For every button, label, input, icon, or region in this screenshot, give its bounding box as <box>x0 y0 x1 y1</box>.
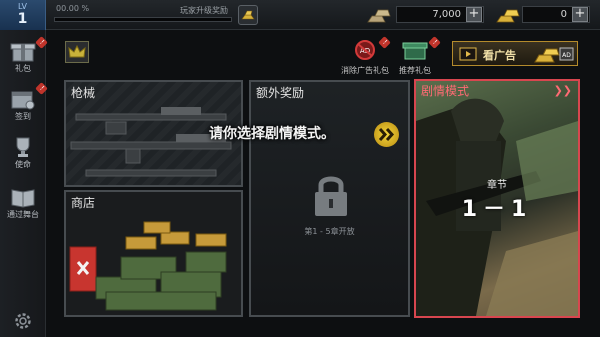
trophy-icon <box>16 137 30 157</box>
upgrade-reward-button[interactable] <box>238 5 258 25</box>
remove-ads-label: 消除广告礼包 <box>341 66 389 75</box>
sidebar-item-label: 使命 <box>15 160 31 169</box>
player-level-box[interactable]: LV 1 <box>0 0 46 30</box>
guns-title: 枪械 <box>71 86 96 100</box>
xp-percent-text: 00.00 % <box>56 4 90 13</box>
sidebar-item-label: 签到 <box>15 112 31 121</box>
notification-badge: ! <box>428 36 441 49</box>
shop-title: 商店 <box>71 196 96 210</box>
gold-ad-reward-icon: AD <box>534 47 574 63</box>
gold-bricks-icon <box>496 9 520 23</box>
video-play-icon <box>459 47 477 61</box>
sidebar-item-gift-pack[interactable]: 礼包 ! <box>0 36 48 80</box>
lock-icon <box>315 176 347 216</box>
notification-badge: ! <box>35 36 48 49</box>
settings-gear-icon[interactable] <box>13 311 33 331</box>
recommended-pack[interactable]: 推荐礼包 ! <box>393 36 441 76</box>
add-gold-button[interactable]: + <box>466 7 482 22</box>
recommended-pack-label: 推荐礼包 <box>399 66 431 75</box>
cash-amount-value: 0 <box>560 9 567 20</box>
sidebar-item-label: 通过舞台 <box>7 210 39 219</box>
notification-badge: ! <box>35 82 48 95</box>
sidebar-item-sign-in[interactable]: 签到 ! <box>0 82 48 128</box>
arrow-right-icon <box>374 122 399 147</box>
bonus-panel: 额外奖励 第1 - 5章开放 <box>249 80 410 317</box>
gift-chest-icon <box>402 42 428 60</box>
upgrade-reward-label: 玩家升级奖励 <box>180 6 228 15</box>
vip-crown-button[interactable] <box>65 41 89 63</box>
open-book-icon <box>11 189 35 208</box>
remove-ads-pack[interactable]: AD 消除广告礼包 ! <box>340 36 391 76</box>
story-mode-title: 剧情模式 <box>421 84 470 98</box>
gift-box-icon <box>10 43 36 62</box>
svg-text:AD: AD <box>562 52 571 59</box>
add-cash-button[interactable]: + <box>572 7 588 22</box>
no-ads-icon: AD <box>355 40 375 60</box>
bonus-title: 额外奖励 <box>256 86 305 100</box>
watch-ad-label: 看广告 <box>483 49 516 62</box>
sidebar-item-mission[interactable]: 使命 <box>0 132 46 176</box>
sidebar-item-pass-stage[interactable]: 通过舞台 <box>0 182 46 226</box>
gold-bars-icon <box>367 9 391 23</box>
top-bar: LV 1 00.00 % 玩家升级奖励 7,000 + 0 + <box>0 0 600 30</box>
xp-progress-bar <box>54 17 232 22</box>
crown-icon <box>68 44 86 58</box>
notification-badge: ! <box>378 36 391 49</box>
tutorial-prompt: 请你选择剧情模式。 <box>209 126 335 142</box>
calendar-icon <box>11 91 35 110</box>
gold-amount-value: 7,000 <box>432 9 461 20</box>
shop-panel[interactable]: 商店 <box>64 190 243 317</box>
sidebar-item-label: 礼包 <box>15 64 31 73</box>
bonus-lock-text: 第1 - 5章开放 <box>304 227 355 236</box>
chevron-right-icon: ❯❯ <box>553 84 572 97</box>
story-chapter-label: 章节 <box>487 180 507 191</box>
gold-bars-icon <box>241 10 255 20</box>
story-level-text: 1－1 <box>461 197 533 222</box>
story-mode-panel[interactable]: 剧情模式 ❯❯ 章节 1－1 <box>414 79 580 318</box>
sidebar: 礼包 ! 签到 ! 使命 通过舞台 <box>0 30 48 337</box>
watch-ad-button[interactable]: 看广告 AD <box>452 41 578 66</box>
level-number: 1 <box>17 11 28 27</box>
